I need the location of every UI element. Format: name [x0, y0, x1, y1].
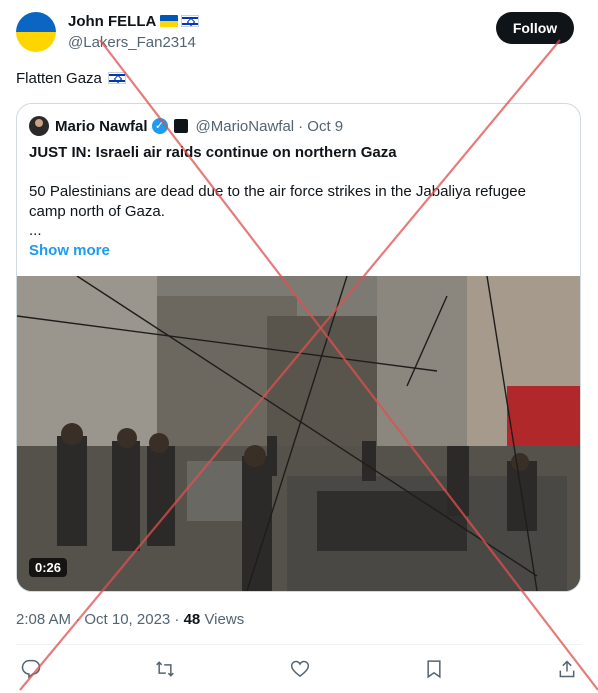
- views-count: 48: [183, 611, 201, 628]
- tweet-text: Flatten Gaza: [16, 70, 102, 87]
- author-name[interactable]: John FELLA: [68, 13, 156, 30]
- share-icon[interactable]: [553, 655, 581, 683]
- show-more-link[interactable]: Show more: [29, 242, 110, 259]
- affiliate-badge-icon: [173, 119, 188, 133]
- action-bar: [0, 655, 598, 683]
- israel-flag-icon: [181, 15, 200, 27]
- tweet-meta: 2:08 AM · Oct 10, 2023 · 48 Views: [16, 611, 244, 628]
- quote-author-name[interactable]: Mario Nawfal: [55, 118, 148, 135]
- verified-badge-icon: ✓: [151, 118, 168, 134]
- avatar[interactable]: [16, 12, 56, 52]
- tweet-text-row: Flatten Gaza: [16, 70, 126, 87]
- views-label: Views: [204, 611, 245, 628]
- video-thumbnail: [17, 276, 580, 591]
- quoted-tweet-card[interactable]: Mario Nawfal ✓ @MarioNawfal · Oct 9 JUST…: [16, 103, 581, 592]
- divider: [16, 644, 582, 645]
- quote-header: Mario Nawfal ✓ @MarioNawfal · Oct 9: [29, 116, 343, 136]
- quote-body: 50 Palestinians are dead due to the air …: [29, 183, 526, 220]
- like-icon[interactable]: [286, 655, 314, 683]
- follow-button[interactable]: Follow: [496, 12, 574, 44]
- quote-date[interactable]: · Oct 9: [298, 118, 343, 135]
- tweet-timestamp[interactable]: 2:08 AM · Oct 10, 2023 ·: [16, 611, 179, 628]
- retweet-icon[interactable]: [151, 655, 179, 683]
- quote-headline: JUST IN: Israeli air raids continue on n…: [29, 144, 397, 161]
- video-duration: 0:26: [29, 558, 68, 577]
- israel-flag-icon: [107, 72, 126, 84]
- quote-ellipsis: ...: [29, 222, 42, 239]
- ukraine-flag-icon: [160, 15, 179, 27]
- quote-author-handle[interactable]: @MarioNawfal: [196, 118, 295, 135]
- author-handle[interactable]: @Lakers_Fan2314: [68, 34, 196, 51]
- quote-avatar[interactable]: [29, 116, 49, 136]
- video-player[interactable]: 0:26: [17, 276, 580, 591]
- author-name-row[interactable]: John FELLA: [68, 13, 200, 30]
- reply-icon[interactable]: [17, 655, 45, 683]
- bookmark-icon[interactable]: [420, 655, 448, 683]
